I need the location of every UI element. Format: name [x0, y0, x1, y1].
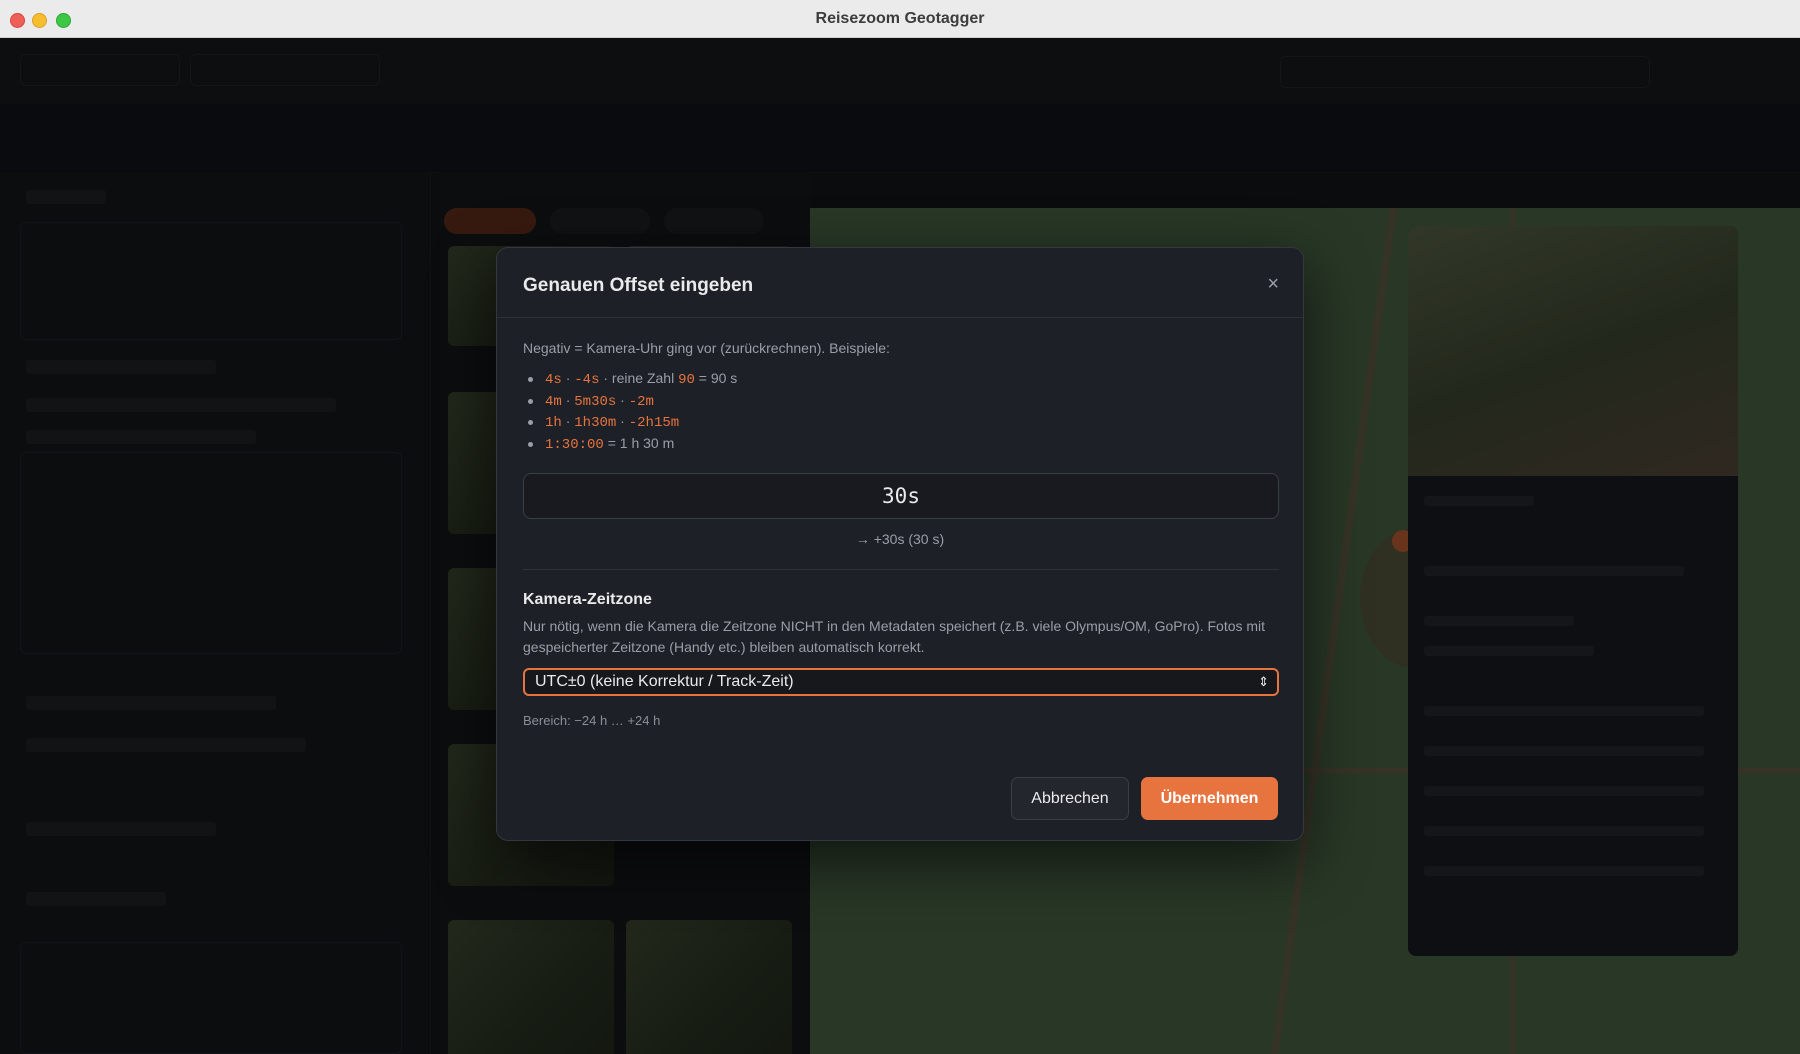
example-code: 4s: [545, 372, 562, 388]
example-code: 1h30m: [574, 415, 617, 431]
example-text: ·: [561, 370, 575, 386]
divider: [523, 569, 1279, 570]
example-code: 4m: [545, 393, 562, 410]
offset-examples-list: 4s · -4s · reine Zahl 90 = 90 s 4m · 5m30…: [523, 368, 737, 454]
window-titlebar: Reisezoom Geotagger: [0, 0, 1800, 38]
offset-preview: → +30s (30 s): [855, 531, 945, 547]
example-code: -2m: [628, 393, 654, 410]
timezone-selected-value: UTC±0 (keine Korrektur / Track-Zeit): [535, 673, 794, 690]
apply-button[interactable]: Übernehmen: [1141, 777, 1278, 820]
offset-example-item: 1:30:00 = 1 h 30 m: [523, 433, 737, 455]
example-text: = 90 s: [694, 370, 738, 386]
example-code: 5m30s: [574, 393, 617, 410]
offset-example-item: 4m · 5m30s · -2m: [523, 390, 737, 412]
offset-intro-text: Negativ = Kamera-Uhr ging vor (zurückrec…: [523, 340, 890, 356]
example-text: ·: [616, 391, 629, 408]
example-text: ·: [561, 413, 575, 429]
offset-dialog: Genauen Offset eingeben × Negativ = Kame…: [496, 247, 1304, 841]
offset-example-item: 1h · 1h30m · -2h15m: [523, 411, 737, 433]
dialog-header: Genauen Offset eingeben ×: [497, 248, 1303, 318]
example-text: ·: [616, 413, 629, 429]
example-text: = 1 h 30 m: [603, 434, 675, 451]
example-code: 1:30:00: [545, 436, 604, 453]
close-icon[interactable]: ×: [1267, 274, 1279, 294]
timezone-select[interactable]: UTC±0 (keine Korrektur / Track-Zeit) ⇕: [523, 668, 1279, 696]
window-title: Reisezoom Geotagger: [815, 10, 985, 27]
offset-input[interactable]: 30s: [523, 473, 1279, 519]
cancel-button[interactable]: Abbrechen: [1011, 777, 1129, 820]
timezone-description: Nur nötig, wenn die Kamera die Zeitzone …: [523, 618, 1266, 655]
example-text: · reine Zahl: [599, 370, 679, 386]
example-code: -2h15m: [628, 415, 680, 431]
dialog-title: Genauen Offset eingeben: [523, 275, 754, 296]
example-code: -4s: [574, 372, 600, 388]
offset-example-item: 4s · -4s · reine Zahl 90 = 90 s: [523, 368, 737, 390]
timezone-heading: Kamera-Zeitzone: [523, 591, 652, 608]
example-code: 1h: [545, 415, 562, 431]
chevron-up-down-icon: ⇕: [1258, 674, 1269, 689]
example-code: 90: [678, 372, 695, 388]
example-text: ·: [561, 391, 575, 408]
range-hint: Bereich: −24 h … +24 h: [523, 713, 661, 728]
